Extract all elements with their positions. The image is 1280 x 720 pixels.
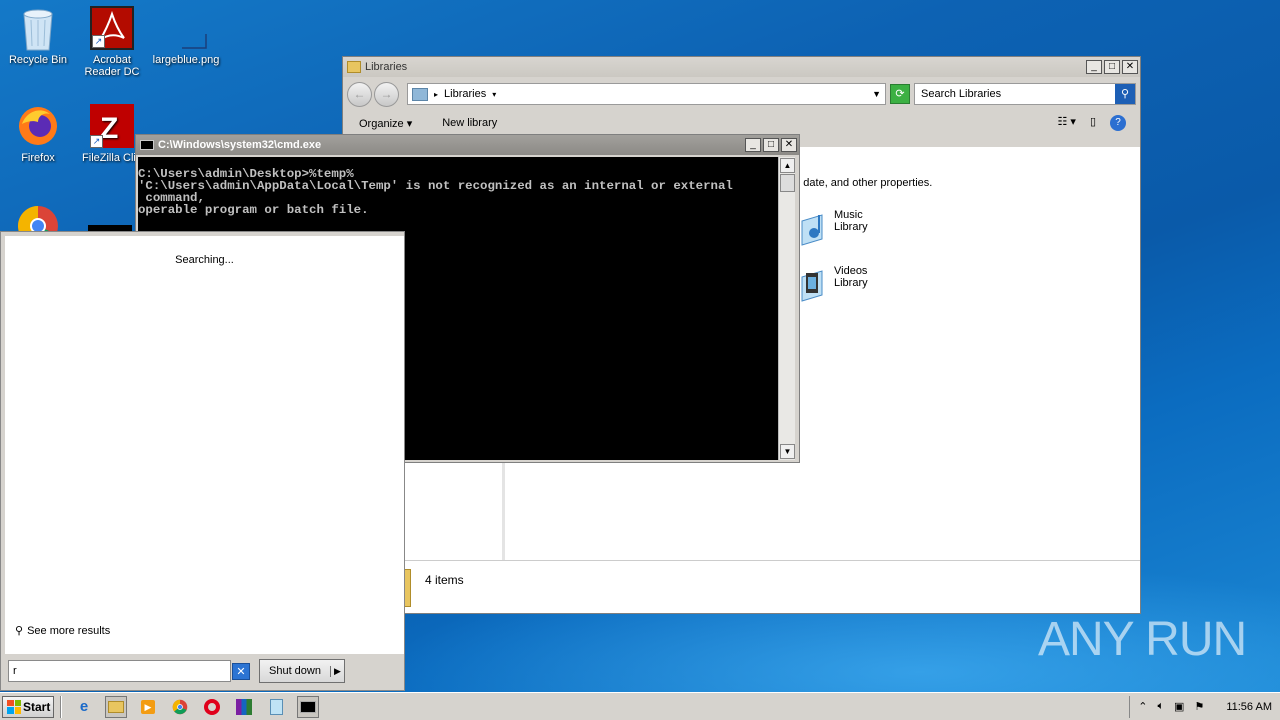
cmd-titlebar[interactable]: C:\Windows\system32\cmd.exe _ □ ✕	[136, 135, 799, 155]
windows-logo-icon	[7, 699, 21, 714]
library-item-videos[interactable]: Videos Library	[798, 265, 868, 305]
show-hidden-icons-icon[interactable]: ⌃	[1138, 700, 1147, 713]
desktop-icon-firefox[interactable]: Firefox	[0, 104, 76, 164]
preview-pane-icon[interactable]: ▯	[1090, 115, 1096, 131]
library-name: Music	[834, 209, 863, 221]
search-results-panel: Searching... ⚲ See more results	[5, 236, 404, 654]
start-search-input[interactable]: r	[8, 660, 231, 682]
minimize-button[interactable]: _	[1086, 60, 1102, 74]
address-dropdown-icon[interactable]: ▼	[872, 89, 885, 99]
console-line: operable program or batch file.	[138, 203, 369, 217]
filezilla-icon: Z ↗	[90, 104, 134, 148]
shutdown-button[interactable]: Shut down ▶	[259, 659, 345, 683]
address-bar[interactable]: ▸ Libraries ▾ ▼	[407, 83, 886, 105]
network-icon[interactable]: ▣	[1174, 700, 1184, 713]
window-title: Libraries	[365, 61, 408, 73]
system-tray: ⌃ 🔈︎ ▣ ⚑ 11:56 AM	[1129, 695, 1280, 718]
minimize-button[interactable]: _	[745, 138, 761, 152]
volume-icon[interactable]: 🔈︎	[1157, 700, 1164, 713]
library-item-music[interactable]: Music Library	[798, 209, 868, 249]
desktop-icon-acrobat[interactable]: ↗ Acrobat Reader DC	[74, 6, 150, 78]
explorer-titlebar[interactable]: Libraries _ □ ✕	[343, 57, 1140, 77]
close-button[interactable]: ✕	[781, 138, 797, 152]
shutdown-label: Shut down	[269, 665, 321, 677]
desktop-icon-label: Acrobat Reader DC	[84, 54, 140, 78]
shutdown-options-icon[interactable]: ▶	[330, 665, 344, 677]
organize-label: Organize	[359, 117, 404, 130]
maximize-button[interactable]: □	[1104, 60, 1120, 74]
library-name: Videos	[834, 265, 868, 277]
notepad-icon[interactable]	[265, 696, 287, 718]
chevron-right-icon: ▸	[434, 89, 439, 99]
anyrun-watermark: ANY RUN	[1038, 613, 1247, 666]
organize-button[interactable]: Organize ▾	[359, 117, 412, 130]
forward-button[interactable]: →	[374, 81, 399, 107]
see-more-results-link[interactable]: ⚲ See more results	[15, 624, 111, 638]
libraries-icon	[412, 87, 428, 101]
desktop-icon-recycle-bin[interactable]: Recycle Bin	[0, 6, 76, 66]
item-count: 4 items	[425, 573, 464, 587]
ie-icon[interactable]: e	[73, 696, 95, 718]
help-icon[interactable]: ?	[1110, 115, 1126, 131]
start-label: Start	[23, 699, 51, 714]
chevron-down-icon[interactable]: ▾	[492, 90, 496, 99]
console-line: 'C:\Users\admin\AppData\Local\Temp' is n…	[138, 179, 733, 193]
scroll-down-icon[interactable]: ▼	[780, 444, 795, 459]
clock[interactable]: 11:56 AM	[1214, 701, 1272, 713]
music-library-icon	[798, 209, 828, 249]
see-more-label: See more results	[27, 624, 111, 637]
search-icon: ⚲	[15, 625, 24, 637]
media-player-icon[interactable]: ▶	[137, 696, 159, 718]
cmd-icon	[140, 140, 154, 150]
scroll-thumb[interactable]	[780, 174, 795, 192]
cmd-icon[interactable]	[297, 695, 319, 718]
refresh-icon[interactable]: ⟳	[890, 84, 910, 104]
shortcut-arrow-icon: ↗	[90, 135, 103, 148]
close-button[interactable]: ✕	[1122, 60, 1138, 74]
clear-search-icon[interactable]: ✕	[232, 663, 250, 680]
chrome-icon[interactable]	[169, 696, 191, 718]
search-status: Searching...	[175, 254, 234, 266]
window-title: C:\Windows\system32\cmd.exe	[158, 139, 322, 151]
search-input[interactable]: Search Libraries ⚲	[914, 83, 1136, 105]
winrar-icon[interactable]	[233, 696, 255, 718]
opera-icon[interactable]	[201, 696, 223, 718]
library-type: Library	[834, 221, 868, 233]
videos-library-icon	[798, 265, 828, 305]
search-placeholder: Search Libraries	[921, 88, 1002, 100]
folder-icon	[347, 61, 361, 73]
maximize-button[interactable]: □	[763, 138, 779, 152]
scroll-up-icon[interactable]: ▲	[780, 158, 795, 173]
desktop-icon-label: Firefox	[21, 152, 55, 164]
start-button[interactable]: Start	[2, 695, 54, 718]
library-description: er, date, and other properties.	[788, 177, 933, 189]
vertical-scrollbar[interactable]: ▲ ▼	[778, 157, 795, 460]
taskbar: Start e ▶ ⌃ 🔈︎ ▣ ⚑ 11:56 AM	[0, 692, 1280, 720]
desktop-icon-largeblue[interactable]: largeblue.png	[148, 6, 224, 66]
firefox-icon	[16, 104, 60, 148]
explorer-icon[interactable]	[105, 695, 127, 718]
explorer-navbar: ← → ▸ Libraries ▾ ▼ ⟳ Search Libraries ⚲	[343, 77, 1140, 111]
new-library-button[interactable]: New library	[442, 117, 497, 129]
desktop-icon-label: Recycle Bin	[8, 54, 68, 66]
status-bar: 4 items	[343, 560, 1140, 613]
acrobat-icon: ↗	[90, 6, 134, 50]
image-file-icon	[164, 6, 208, 50]
address-text[interactable]: Libraries	[444, 88, 486, 100]
back-button[interactable]: ←	[347, 81, 372, 107]
explorer-toolbar: Organize ▾ New library ☷ ▾ ▯ ?	[343, 111, 1140, 135]
search-icon[interactable]: ⚲	[1115, 84, 1135, 104]
library-type: Library	[834, 277, 868, 289]
view-options-icon[interactable]: ☷ ▾	[1057, 115, 1075, 131]
action-center-flag-icon[interactable]: ⚑	[1194, 700, 1204, 713]
taskbar-separator	[60, 695, 62, 718]
desktop-icon-label: largeblue.png	[152, 54, 220, 66]
shortcut-arrow-icon: ↗	[92, 35, 105, 48]
recycle-bin-icon	[16, 6, 60, 51]
start-menu: Searching... ⚲ See more results r ✕ Shut…	[0, 231, 405, 691]
